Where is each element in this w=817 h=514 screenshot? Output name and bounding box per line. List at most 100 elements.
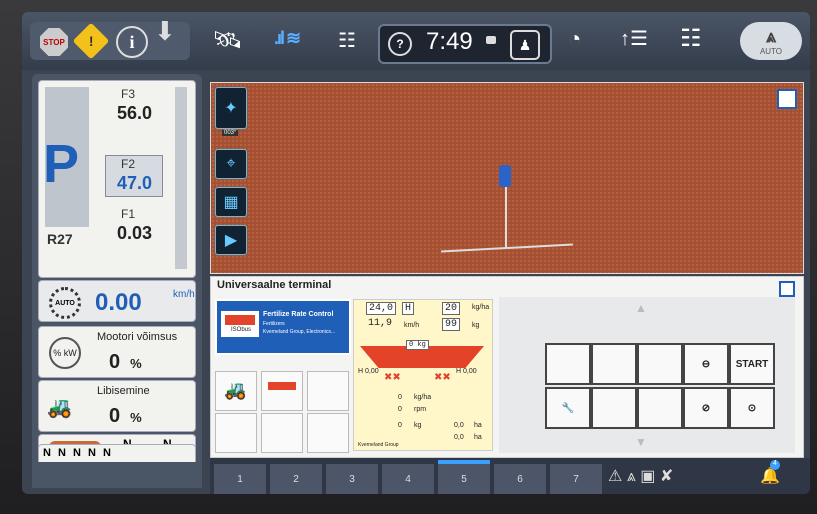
engine-power-label: Mootori võimsus — [97, 331, 178, 343]
gear-card[interactable]: P R27 F3 56.0 F2 47.0 F1 0.03 — [38, 80, 196, 278]
frc-title: Fertilize Rate Control — [263, 311, 334, 318]
download-arrow-icon[interactable]: ⬇ — [154, 16, 176, 47]
softkey-3[interactable] — [637, 343, 683, 385]
hopper-center: 0 kg — [406, 340, 429, 350]
target-rate: 20 — [442, 302, 461, 315]
slip-label: Libisemine — [97, 385, 150, 397]
universal-terminal: Universaalne terminal ISObus Fertilize R… — [210, 276, 804, 458]
engine-power-card[interactable]: % kW Mootori võimsus 0% — [38, 326, 196, 378]
guidance-line — [505, 187, 507, 249]
empty-tile-4[interactable] — [307, 413, 349, 453]
speedometer-icon[interactable]: ◔ — [568, 26, 581, 52]
camera-icon[interactable] — [486, 36, 496, 44]
r2-value: 0 — [398, 406, 402, 413]
softkey-2[interactable] — [591, 343, 637, 385]
slip-card[interactable]: 🚜 Libisemine 0% — [38, 380, 196, 432]
slip-number: 0 — [109, 405, 121, 427]
tab-6[interactable]: 6 — [494, 464, 546, 494]
empty-tile-2[interactable] — [215, 413, 257, 453]
disable-icon: ⊘ — [701, 402, 711, 414]
tab-2[interactable]: 2 — [270, 464, 322, 494]
tab-1[interactable]: 1 — [214, 464, 266, 494]
speed-row: AUTO 0.00 km/h — [38, 280, 196, 322]
n-labels: N N N N N — [43, 447, 113, 459]
signal-wifi-icon[interactable]: .ıl ≋ — [274, 28, 301, 49]
speed-readout-unit: km/h — [404, 322, 420, 329]
wrench-button[interactable]: 🔧 — [545, 387, 591, 429]
warning-icon[interactable]: ! — [72, 22, 110, 60]
tab-5[interactable]: 5 — [438, 460, 490, 494]
spreader-tile-icon — [268, 382, 296, 390]
frc-app-tile[interactable]: ISObus Fertilize Rate Control Fertilizer… — [215, 299, 351, 355]
slip-unit: % — [130, 410, 142, 425]
softkey-6[interactable] — [591, 387, 637, 429]
engine-power-number: 0 — [109, 351, 121, 373]
ut-title: Universaalne terminal — [217, 279, 332, 291]
field-view-icon[interactable]: ▦ — [215, 187, 247, 217]
status-icons[interactable]: ⚠ ⩓ ▣ ✘ — [608, 466, 673, 486]
notifications-icon[interactable]: 🔔 4 — [760, 460, 780, 486]
isobus-icon: ▣ — [640, 468, 656, 485]
dots-button[interactable]: ⊙ — [729, 387, 775, 429]
softkey-panel: ▲ ⊖ START 🔧 ⊘ ⊙ ▼ — [499, 297, 795, 453]
speed-value: 0.00 — [95, 289, 142, 316]
bottom-tab-bar: 1 2 3 4 5 6 7 ⚠ ⩓ ▣ ✘ 🔔 4 — [210, 458, 810, 494]
auto-gear-icon: AUTO — [49, 287, 81, 319]
r5-unit: ha — [474, 434, 482, 441]
spreader-tile[interactable] — [261, 371, 303, 411]
stop-icon[interactable]: STOP — [40, 28, 68, 56]
scroll-down-icon[interactable]: ▼ — [635, 435, 647, 449]
app-grid-icon[interactable]: ☷ — [338, 28, 356, 53]
frc-vendor: Kverneland Group, Electronics... — [263, 329, 335, 335]
minus-button[interactable]: ⊖ — [683, 343, 729, 385]
field-icon[interactable]: ☷ — [680, 24, 702, 53]
headland-line — [441, 243, 573, 253]
map-expand-icon[interactable] — [777, 89, 797, 109]
satellite-alert-icon[interactable]: 🛰 — [212, 26, 242, 55]
r4-unit: ha — [474, 422, 482, 429]
engine-power-icon: % kW — [49, 337, 81, 369]
left-h: H 0,00 — [358, 368, 379, 375]
softkey-1[interactable] — [545, 343, 591, 385]
dots-icon: ⊙ — [747, 402, 757, 414]
tractor-icon — [499, 165, 511, 187]
disable-button[interactable]: ⊘ — [683, 387, 729, 429]
wrench-icon: 🔧 — [561, 402, 575, 414]
r2-unit: rpm — [414, 406, 427, 413]
heading-value: 003° — [222, 130, 239, 136]
f1-value: 0.03 — [117, 223, 153, 243]
empty-tile-1[interactable] — [307, 371, 349, 411]
scroll-up-icon[interactable]: ▲ — [635, 301, 647, 315]
ut-expand-icon[interactable] — [779, 281, 795, 297]
speed-readout: 11,9 — [368, 318, 393, 329]
target-rate-unit: kg/ha — [472, 304, 490, 311]
softkey-7[interactable] — [637, 387, 683, 429]
frc-subtitle: Fertilizers — [263, 321, 285, 327]
info-label: i — [129, 31, 135, 52]
hopper-amount: 99 — [442, 318, 461, 331]
center-map-icon[interactable]: ⌖ — [215, 149, 247, 179]
tractor-slip-icon: 🚜 — [47, 397, 72, 419]
tab-7[interactable]: 7 — [550, 464, 602, 494]
field-map[interactable]: ✦ 003° ⌖ ▦ ▶ — [210, 82, 804, 274]
user-icon[interactable]: ♟ — [510, 30, 540, 60]
help-label: ? — [396, 37, 404, 51]
panel-footer: Kverneland Group — [358, 442, 399, 448]
forward-field-icon[interactable]: ↑☰ — [620, 26, 648, 51]
empty-tile-3[interactable] — [261, 413, 303, 453]
engine-power-value: 0% — [109, 351, 142, 374]
camera-view-icon[interactable]: ▶ — [215, 225, 247, 255]
tab-4[interactable]: 4 — [382, 464, 434, 494]
left-panel: P R27 F3 56.0 F2 47.0 F1 0.03 AUTO 0.00 … — [32, 74, 202, 486]
terminal-screen: STOP ! i ⬇ 🛰 .ıl ≋ ☷ ? 7:49 ♟ ◔ ↑☰ ☷ ⩓ AU… — [22, 12, 810, 494]
r3-value: 0 — [398, 422, 402, 429]
r1-unit: kg/ha — [414, 394, 432, 401]
info-icon[interactable]: i — [116, 26, 148, 58]
help-icon[interactable]: ? — [388, 32, 412, 56]
tab-3[interactable]: 3 — [326, 464, 378, 494]
autosteer-button[interactable]: ⩓ AUTO — [740, 22, 802, 60]
compass-icon[interactable]: ✦ 003° — [215, 87, 247, 136]
rate-unit: H — [402, 302, 415, 315]
start-button[interactable]: START — [729, 343, 775, 385]
tractor-tile[interactable]: 🚜 — [215, 371, 257, 411]
